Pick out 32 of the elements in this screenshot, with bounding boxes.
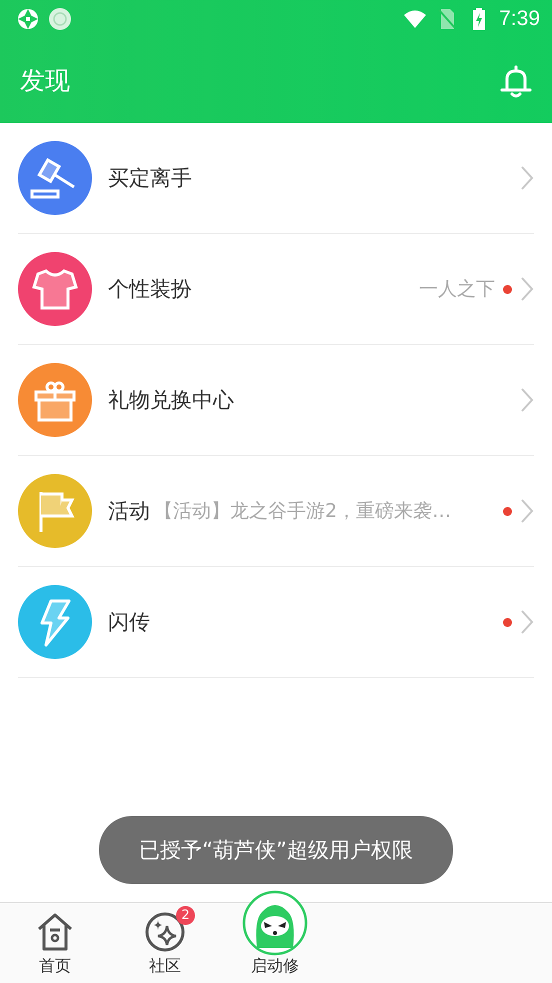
chevron-right-icon bbox=[520, 609, 534, 635]
list-item[interactable]: 礼物兑换中心 bbox=[18, 345, 534, 456]
hooded-mascot-icon[interactable] bbox=[242, 890, 308, 956]
item-title: 闪传 bbox=[108, 609, 150, 636]
nav-label: 首页 bbox=[39, 956, 71, 977]
item-title: 个性装扮 bbox=[108, 276, 192, 303]
toast-message: 已授予“葫芦侠”超级用户权限 bbox=[99, 816, 453, 884]
chevron-right-icon bbox=[520, 276, 534, 302]
nav-label: 社区 bbox=[149, 956, 181, 977]
list-item[interactable]: 闪传 bbox=[18, 567, 534, 678]
list-item[interactable]: 个性装扮 一人之下 bbox=[18, 234, 534, 345]
list-item[interactable]: 买定离手 bbox=[18, 123, 534, 234]
item-subtitle: 一人之下 bbox=[419, 277, 495, 302]
item-title: 礼物兑换中心 bbox=[108, 387, 234, 414]
item-subtitle: 【活动】龙之谷手游2，重磅来袭… bbox=[154, 499, 452, 524]
nav-tab[interactable]: 启动修 bbox=[220, 883, 330, 983]
chevron-right-icon bbox=[520, 387, 534, 413]
status-time: 7:39 bbox=[499, 7, 540, 31]
count-badge: 2 bbox=[176, 906, 195, 925]
home-icon bbox=[35, 912, 75, 952]
item-title: 活动 bbox=[108, 498, 150, 525]
app-notification-icon bbox=[16, 7, 40, 31]
chevron-right-icon bbox=[520, 498, 534, 524]
nav-tab[interactable]: 2 社区 bbox=[110, 903, 220, 983]
app-notification-icon bbox=[48, 7, 72, 31]
chevron-right-icon bbox=[520, 165, 534, 191]
nav-label: 启动修 bbox=[251, 956, 299, 977]
item-title: 买定离手 bbox=[108, 165, 192, 192]
list-item[interactable]: 活动 【活动】龙之谷手游2，重磅来袭… bbox=[18, 456, 534, 567]
bell-icon[interactable] bbox=[498, 62, 534, 98]
nav-tab[interactable]: 首页 bbox=[0, 903, 110, 983]
page-title: 发现 bbox=[20, 65, 71, 97]
